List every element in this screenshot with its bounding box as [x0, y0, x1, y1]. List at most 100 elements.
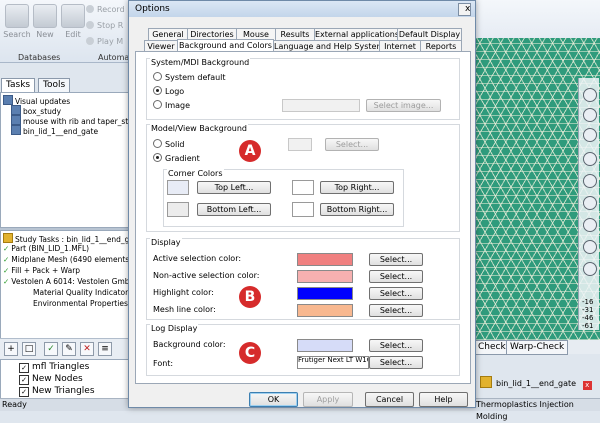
tab-warp-check[interactable]: Warp-Check: [506, 340, 569, 355]
search-button[interactable]: Search: [2, 4, 32, 39]
solid-color-swatch: [288, 138, 312, 151]
ok-button[interactable]: OK: [249, 392, 298, 407]
layers-list: ✓ mfl Triangles ✓ New Nodes ✓ New Triangles: [0, 359, 129, 399]
scale-label: -16: [582, 298, 594, 306]
view-cube-icon[interactable]: [583, 88, 597, 102]
cancel-button[interactable]: Cancel: [365, 392, 414, 407]
radio-solid[interactable]: Solid: [153, 139, 185, 150]
close-icon: x: [465, 4, 471, 14]
zoom-in-icon[interactable]: [583, 240, 597, 254]
tab-tasks[interactable]: Tasks: [1, 78, 36, 92]
tab-external-applications[interactable]: External applications: [314, 28, 399, 40]
callout-marker: B: [239, 286, 261, 308]
edit-layer-button[interactable]: ✎: [62, 342, 76, 356]
mesh-line-label: Mesh line color:: [153, 305, 216, 314]
left-tabs: Tasks Tools: [0, 78, 128, 92]
check-layer-button[interactable]: ✓: [44, 342, 58, 356]
highlight-label: Highlight color:: [153, 288, 214, 297]
bottom-left-button[interactable]: Bottom Left...: [197, 203, 271, 216]
bottom-left-swatch: [167, 202, 189, 217]
close-icon[interactable]: x: [582, 381, 592, 390]
result-tabs: Check Warp-Check: [474, 340, 600, 355]
open-layer-button[interactable]: □: [22, 342, 36, 356]
orbit-icon[interactable]: [583, 108, 597, 122]
top-left-button[interactable]: Top Left...: [197, 181, 271, 194]
log-font-label: Font:: [153, 359, 174, 368]
radio-image[interactable]: Image: [153, 100, 190, 111]
select-solid-color-button[interactable]: Select...: [325, 138, 379, 151]
group-title: Model/View Background: [150, 124, 248, 133]
tree-item[interactable]: bin_lid_1__end_gate: [11, 125, 98, 136]
close-button[interactable]: x: [458, 3, 471, 16]
layer-item[interactable]: ✓ New Triangles: [19, 386, 95, 397]
dialog-title-bar[interactable]: Options x: [129, 1, 475, 17]
scale-label: -61: [582, 322, 594, 330]
mesh-line-swatch: [297, 304, 353, 317]
highlight-swatch: [297, 287, 353, 300]
mdi-background-group: System/MDI Background System default Log…: [146, 58, 460, 120]
checkmark-icon: ✓: [3, 266, 10, 275]
apply-button[interactable]: Apply: [303, 392, 353, 407]
layer-item[interactable]: ✓ mfl Triangles: [19, 362, 89, 373]
radio-system-default[interactable]: System default: [153, 72, 226, 83]
layer-item[interactable]: ✓ New Nodes: [19, 374, 83, 385]
zoom-out-icon[interactable]: [583, 262, 597, 276]
tab-check[interactable]: Check: [474, 340, 510, 355]
image-path-input[interactable]: [282, 99, 360, 112]
task-item[interactable]: ✓ Part (BIN_LID_1.MFL): [3, 244, 89, 253]
radio-gradient[interactable]: Gradient: [153, 153, 200, 164]
new-button[interactable]: New: [30, 4, 60, 39]
task-item[interactable]: Material Quality Indicators: [33, 288, 132, 297]
pan-icon[interactable]: [583, 174, 597, 188]
study-tab[interactable]: bin_lid_1__end_gate x: [474, 376, 600, 390]
checkbox-icon[interactable]: ✓: [19, 387, 29, 397]
radio-icon: [153, 72, 162, 81]
select-nonactive-selection-button[interactable]: Select...: [369, 270, 423, 283]
radio-icon: [153, 139, 162, 148]
radio-selected-icon: [153, 86, 162, 95]
select-log-font-button[interactable]: Select...: [369, 356, 423, 369]
checkbox-icon[interactable]: ✓: [19, 363, 29, 373]
checkmark-icon: ✓: [3, 277, 10, 286]
delete-layer-button[interactable]: ✕: [80, 342, 94, 356]
layer-props-button[interactable]: ≡: [98, 342, 112, 356]
tab-default-display[interactable]: Default Display: [397, 28, 462, 40]
home-icon[interactable]: [583, 128, 597, 142]
rotate-icon[interactable]: [583, 196, 597, 210]
nonactive-selection-label: Non-active selection color:: [153, 271, 260, 280]
help-button[interactable]: Help: [419, 392, 468, 407]
play-macro-button[interactable]: Play M: [86, 37, 123, 46]
zoom-icon[interactable]: [583, 152, 597, 166]
group-title: System/MDI Background: [150, 58, 251, 67]
select-mesh-line-button[interactable]: Select...: [369, 304, 423, 317]
log-background-swatch: [297, 339, 353, 352]
tab-results[interactable]: Results: [275, 28, 315, 40]
options-dialog: Options x General Directories Mouse Resu…: [128, 0, 476, 408]
stop-icon: [86, 21, 94, 29]
fit-icon[interactable]: [583, 218, 597, 232]
top-right-button[interactable]: Top Right...: [320, 181, 394, 194]
group-automation-label: Automa: [98, 53, 130, 62]
nonactive-selection-swatch: [297, 270, 353, 283]
pencil-icon: ✎: [65, 344, 73, 354]
select-log-background-button[interactable]: Select...: [369, 339, 423, 352]
task-item[interactable]: ✓ Vestolen A 6014: Vestolen GmbH: [3, 277, 135, 286]
task-item[interactable]: ✓ Midplane Mesh (6490 elements): [3, 255, 132, 264]
task-item[interactable]: Environmental Properties: [33, 299, 128, 308]
edit-button[interactable]: Edit: [58, 4, 88, 39]
checkbox-icon[interactable]: ✓: [19, 375, 29, 385]
radio-logo[interactable]: Logo: [153, 86, 184, 97]
study-icon: [11, 125, 21, 135]
log-font-preview: Frutiger Next LT W1G: [297, 356, 369, 369]
stop-record-button[interactable]: Stop R: [86, 21, 123, 30]
bottom-right-button[interactable]: Bottom Right...: [320, 203, 394, 216]
new-layer-button[interactable]: +: [4, 342, 18, 356]
select-active-selection-button[interactable]: Select...: [369, 253, 423, 266]
select-image-button[interactable]: Select image...: [366, 99, 441, 112]
callout-marker: A: [239, 140, 261, 162]
record-button[interactable]: Record: [86, 5, 125, 14]
task-item[interactable]: ✓ Fill + Pack + Warp: [3, 266, 80, 275]
search-icon: [5, 4, 29, 28]
tab-tools[interactable]: Tools: [38, 78, 71, 92]
select-highlight-button[interactable]: Select...: [369, 287, 423, 300]
